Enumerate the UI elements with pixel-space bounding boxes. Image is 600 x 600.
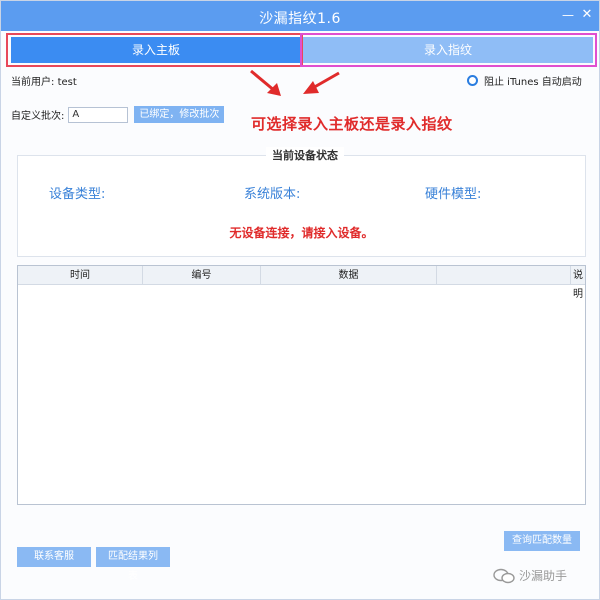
batch-label: 自定义批次: [11, 111, 65, 122]
window-title: 沙漏指纹1.6 [259, 11, 341, 27]
records-table[interactable]: 时间 编号 数据 说明 [17, 265, 586, 505]
current-user: 当前用户: test [11, 73, 77, 88]
app-window: 沙漏指纹1.6 — ✕ 录入主板 录入指纹 当前用户: test 阻止 iTun… [0, 0, 600, 600]
annotation-text: 可选择录入主板还是录入指纹 [251, 115, 453, 133]
block-itunes-label: 阻止 iTunes 自动启动 [484, 77, 582, 88]
table-header: 时间 编号 数据 说明 [18, 266, 585, 300]
hardware-model-label: 硬件模型: [425, 187, 482, 202]
device-status-panel: 当前设备状态 设备类型: 系统版本: 硬件模型: 无设备连接，请接入设备。 [17, 147, 586, 257]
column-header-description[interactable]: 说明 [571, 266, 585, 300]
highlight-box-red [6, 33, 303, 67]
query-match-count-button[interactable]: 查询匹配数量 [504, 531, 580, 551]
batch-input[interactable]: A [68, 106, 129, 123]
device-type-label: 设备类型: [49, 187, 106, 202]
current-user-label: 当前用户: [11, 77, 55, 88]
column-header-time[interactable]: 时间 [18, 266, 143, 285]
column-header-number[interactable]: 编号 [143, 266, 261, 285]
modify-batch-button[interactable]: 已绑定，修改批次 [134, 106, 225, 123]
column-header-data[interactable]: 数据 [261, 266, 437, 285]
radio-icon[interactable] [467, 75, 478, 86]
watermark: 沙漏助手 [493, 567, 567, 584]
annotation-arrow-icon [303, 71, 340, 94]
batch-row: 自定义批次: A 已绑定，修改批次 [11, 106, 225, 123]
title-bar: 沙漏指纹1.6 — ✕ [1, 1, 599, 31]
block-itunes-option[interactable]: 阻止 iTunes 自动启动 [467, 73, 582, 88]
close-icon[interactable]: ✕ [579, 7, 595, 23]
highlight-box-pink [300, 33, 597, 67]
wechat-icon [493, 568, 515, 583]
device-status-title: 当前设备状态 [266, 147, 344, 163]
system-version-label: 系统版本: [244, 187, 301, 202]
column-header-blank[interactable] [437, 266, 571, 285]
match-results-button[interactable]: 匹配结果列表 [96, 547, 170, 582]
minimize-icon[interactable]: — [560, 7, 576, 23]
current-user-value: test [57, 77, 77, 88]
annotation-arrow-icon [250, 69, 281, 96]
no-device-message: 无设备连接，请接入设备。 [229, 226, 374, 240]
watermark-text: 沙漏助手 [519, 569, 568, 583]
contact-support-button[interactable]: 联系客服 [17, 547, 91, 567]
